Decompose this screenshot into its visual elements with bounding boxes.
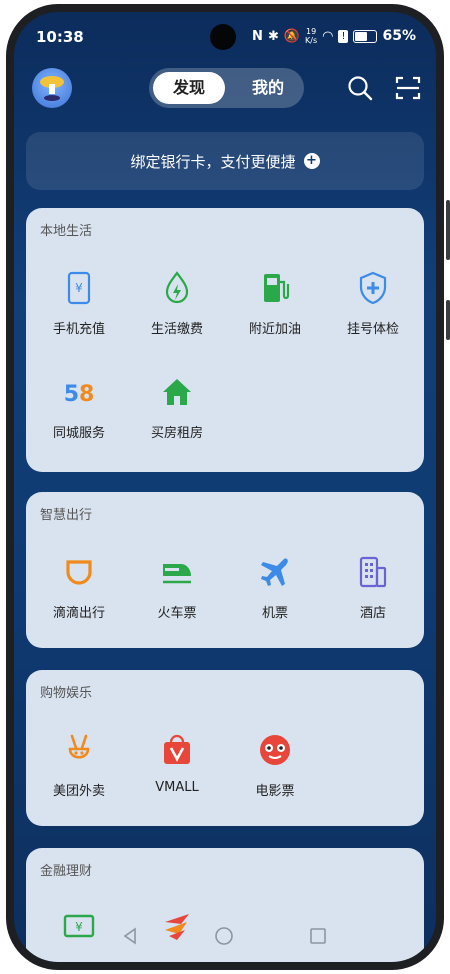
avatar[interactable] (32, 68, 72, 108)
item-nearby-gas[interactable]: 附近加油 (230, 270, 320, 337)
speed-value: 19 (305, 27, 317, 36)
item-meituan-delivery[interactable]: 美团外卖 (34, 732, 124, 799)
section-title: 智慧出行 (40, 508, 93, 523)
item-phone-recharge[interactable]: ¥ 手机充值 (34, 270, 124, 337)
utility-bill-icon (165, 271, 189, 304)
item-label: VMALL (155, 780, 199, 795)
avatar-image (40, 76, 64, 101)
status-bar: 10:38 N ✱ 🔕 19 K/s ◠ ! 65% (14, 12, 436, 58)
item-label: 美团外卖 (52, 784, 105, 799)
section-title: 本地生活 (40, 224, 93, 239)
item-label: 附近加油 (248, 322, 301, 337)
item-label: 同城服务 (52, 426, 105, 441)
item-label: 挂号体检 (346, 322, 399, 337)
medical-shield-icon (359, 271, 387, 305)
gas-station-icon (264, 274, 290, 302)
section-title: 购物娱乐 (40, 686, 93, 701)
battery-percent: 65% (382, 28, 416, 44)
power-button (446, 300, 450, 340)
system-navigation-bar (14, 912, 436, 962)
recents-icon[interactable] (308, 926, 328, 946)
section-shopping-entertainment: 购物娱乐 美团外卖 VMALL 电影票 (26, 670, 424, 826)
vmall-icon (164, 734, 190, 764)
movie-ticket-icon (260, 735, 290, 765)
item-vmall[interactable]: VMALL (132, 732, 222, 795)
item-buy-rent-house[interactable]: 买房租房 (132, 374, 222, 441)
item-movie-ticket[interactable]: 电影票 (230, 732, 320, 799)
item-label: 酒店 (359, 606, 386, 621)
svg-text:¥: ¥ (75, 281, 83, 295)
header: 发现 我的 (14, 64, 436, 120)
train-icon (163, 564, 191, 584)
item-hotel[interactable]: 酒店 (328, 554, 418, 621)
section-smart-travel: 智慧出行 滴滴出行 火车票 机票 酒店 (26, 492, 424, 648)
item-utility-bill[interactable]: 生活缴费 (132, 270, 222, 337)
battery-icon (353, 29, 378, 43)
item-city-service[interactable]: 58 同城服务 (34, 374, 124, 441)
screen: 10:38 N ✱ 🔕 19 K/s ◠ ! 65% 发现 我的 绑定银行卡，支… (14, 12, 436, 962)
scan-icon[interactable] (394, 74, 422, 102)
phone-frame: 10:38 N ✱ 🔕 19 K/s ◠ ! 65% 发现 我的 绑定银行卡，支… (0, 0, 450, 974)
search-icon[interactable] (346, 74, 374, 102)
section-title: 金融理财 (40, 864, 93, 879)
airplane-icon (261, 558, 288, 586)
tab-discover[interactable]: 发现 (153, 72, 225, 104)
nfc-icon: N (252, 28, 263, 44)
back-icon[interactable] (120, 926, 140, 946)
item-flight-ticket[interactable]: 机票 (230, 554, 320, 621)
58-logo-icon: 58 (64, 382, 95, 407)
bind-bank-card-banner[interactable]: 绑定银行卡，支付更便捷 + (26, 132, 424, 190)
svg-text:58: 58 (64, 382, 95, 407)
item-label: 滴滴出行 (52, 606, 105, 621)
plus-icon: + (303, 153, 320, 169)
item-label: 电影票 (255, 784, 295, 799)
tab-mine[interactable]: 我的 (237, 72, 299, 104)
item-label: 生活缴费 (150, 322, 203, 337)
item-hospital-checkup[interactable]: 挂号体检 (328, 270, 418, 337)
item-label: 火车票 (157, 606, 197, 621)
phone-recharge-icon: ¥ (67, 271, 91, 305)
mute-icon: 🔕 (283, 28, 301, 44)
home-icon[interactable] (214, 926, 234, 946)
item-didi[interactable]: 滴滴出行 (34, 554, 124, 621)
section-local-life: 本地生活 ¥ 手机充值 生活缴费 附近加油 挂号体检 58 同城服务 买房租房 (26, 208, 424, 472)
house-icon (163, 379, 191, 405)
network-speed: 19 K/s (305, 27, 317, 45)
wifi-icon: ◠ (322, 28, 334, 44)
item-train-ticket[interactable]: 火车票 (132, 554, 222, 621)
volume-button (446, 200, 450, 260)
alert-icon: ! (338, 29, 349, 43)
item-label: 机票 (261, 606, 288, 621)
meituan-icon (68, 734, 90, 759)
front-camera (210, 24, 236, 50)
item-label: 买房租房 (150, 426, 203, 441)
speed-unit: K/s (305, 36, 318, 45)
status-icons: N ✱ 🔕 19 K/s ◠ ! 65% (252, 27, 416, 45)
bind-card-text: 绑定银行卡，支付更便捷 (130, 152, 296, 171)
status-time: 10:38 (36, 28, 84, 46)
didi-icon (66, 560, 92, 585)
item-label: 手机充值 (52, 322, 105, 337)
bluetooth-icon: ✱ (267, 28, 279, 44)
hotel-icon (359, 556, 387, 588)
tab-switch: 发现 我的 (149, 68, 304, 108)
